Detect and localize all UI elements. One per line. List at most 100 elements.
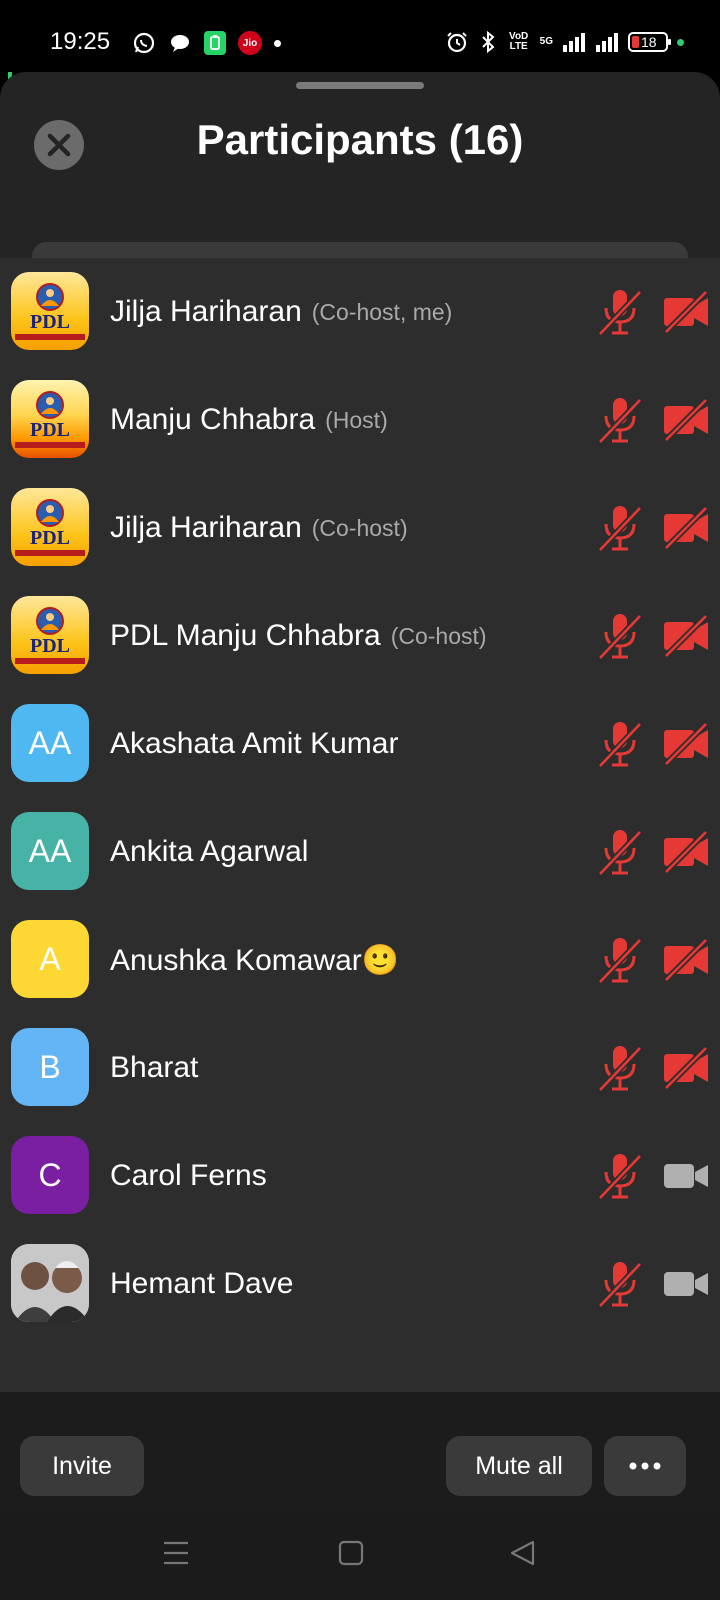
- system-navigation-bar: [0, 1512, 720, 1600]
- participant-row[interactable]: Hemant Dave: [0, 1230, 720, 1338]
- participant-name: Anushka Komawar🙂: [110, 943, 400, 977]
- drag-handle[interactable]: [296, 82, 424, 89]
- logo-ribbon: [15, 550, 85, 556]
- initials-avatar: B: [11, 1028, 89, 1106]
- page-title: Participants (16): [196, 116, 524, 163]
- initials-avatar: A: [11, 920, 89, 998]
- participant-name: Hemant Dave: [110, 1267, 294, 1300]
- participant-name-wrap: Jilja Hariharan (Co-host, me): [110, 258, 452, 366]
- invite-button[interactable]: Invite: [20, 1436, 144, 1496]
- participant-row[interactable]: PDL Jilja Hariharan (Co-host, me): [0, 258, 720, 366]
- video-off-icon[interactable]: [662, 398, 710, 442]
- participant-row[interactable]: AA Ankita Agarwal: [0, 798, 720, 906]
- battery-level: 18: [641, 34, 657, 50]
- participant-row[interactable]: PDL Manju Chhabra (Host): [0, 366, 720, 474]
- participant-name: Carol Ferns: [110, 1159, 267, 1192]
- back-triangle-icon[interactable]: [509, 1540, 535, 1566]
- mic-muted-icon[interactable]: [596, 826, 644, 878]
- signal-icon-2: [595, 31, 619, 53]
- message-bubble-icon: [168, 31, 192, 55]
- participant-role: (Host): [325, 406, 388, 433]
- more-button[interactable]: [604, 1436, 686, 1496]
- participant-role: (Co-host): [311, 514, 408, 541]
- battery-icon: 18: [628, 32, 671, 52]
- mute-all-button[interactable]: Mute all: [446, 1436, 592, 1496]
- pdl-logo-avatar: PDL: [11, 380, 89, 458]
- home-square-icon[interactable]: [338, 1540, 364, 1566]
- pdl-logo-text: PDL: [30, 311, 70, 333]
- mic-muted-icon[interactable]: [596, 394, 644, 446]
- photo-avatar: [11, 1244, 89, 1322]
- network-type-label: 5G: [539, 36, 553, 47]
- video-off-icon[interactable]: [662, 830, 710, 874]
- participant-name: Akashata Amit Kumar: [110, 727, 399, 760]
- mic-muted-icon[interactable]: [596, 610, 644, 662]
- mic-muted-icon[interactable]: [596, 1258, 644, 1310]
- notification-icons: Jio: [132, 30, 281, 56]
- video-off-icon[interactable]: [662, 506, 710, 550]
- pdl-logo-text: PDL: [30, 419, 70, 441]
- pdl-logo-avatar: PDL: [11, 596, 89, 674]
- participant-row[interactable]: PDL PDL Manju Chhabra (Co-host): [0, 582, 720, 690]
- participant-name-wrap: Jilja Hariharan (Co-host): [110, 474, 408, 582]
- participant-name-wrap: Carol Ferns: [110, 1122, 277, 1230]
- participant-name: Jilja Hariharan: [110, 511, 302, 544]
- pdl-logo-avatar: PDL: [11, 488, 89, 566]
- logo-ribbon: [15, 658, 85, 664]
- participant-name-wrap: Bharat: [110, 1014, 208, 1122]
- charging-dot: [677, 38, 684, 46]
- initials-avatar: C: [11, 1136, 89, 1214]
- participant-row[interactable]: B Bharat: [0, 1014, 720, 1122]
- participant-row[interactable]: AA Akashata Amit Kumar: [0, 690, 720, 798]
- mic-muted-icon[interactable]: [596, 934, 644, 986]
- mic-muted-icon[interactable]: [596, 1042, 644, 1094]
- participant-list[interactable]: PDL Jilja Hariharan (Co-host, me) PDL Ma…: [0, 258, 720, 1392]
- pdl-emblem-icon: [36, 283, 64, 311]
- logo-ribbon: [15, 442, 85, 448]
- participant-name-wrap: Anushka Komawar🙂: [110, 906, 409, 1014]
- pdl-emblem-icon: [36, 499, 64, 527]
- mic-muted-icon[interactable]: [596, 502, 644, 554]
- video-off-icon[interactable]: [662, 722, 710, 766]
- video-on-icon[interactable]: [662, 1262, 710, 1306]
- alarm-icon: [445, 30, 469, 54]
- participant-name-wrap: Manju Chhabra (Host): [110, 366, 388, 474]
- logo-ribbon: [15, 334, 85, 340]
- mic-muted-icon[interactable]: [596, 286, 644, 338]
- participant-name-wrap: Hemant Dave: [110, 1230, 303, 1338]
- participant-row[interactable]: A Anushka Komawar🙂: [0, 906, 720, 1014]
- participant-role: (Co-host, me): [311, 298, 453, 325]
- video-off-icon[interactable]: [662, 938, 710, 982]
- more-notifications-dot: [274, 39, 281, 47]
- participant-name: Manju Chhabra: [110, 403, 316, 436]
- pdl-logo-avatar: PDL: [11, 272, 89, 350]
- bottom-action-bar: Invite Mute all: [0, 1392, 720, 1512]
- video-off-icon[interactable]: [662, 290, 710, 334]
- volte-icon: VoD LTE: [509, 31, 529, 52]
- jio-icon: Jio: [238, 31, 262, 55]
- mic-muted-icon[interactable]: [596, 1150, 644, 1202]
- participant-row[interactable]: PDL Jilja Hariharan (Co-host): [0, 474, 720, 582]
- participant-name: Bharat: [110, 1051, 199, 1084]
- pdl-logo-text: PDL: [30, 527, 70, 549]
- initials-avatar: AA: [11, 812, 89, 890]
- pdl-logo-text: PDL: [30, 635, 70, 657]
- pdl-emblem-icon: [36, 391, 64, 419]
- participant-name: PDL Manju Chhabra: [110, 619, 381, 652]
- participant-name-wrap: Ankita Agarwal: [110, 798, 318, 906]
- mic-muted-icon[interactable]: [596, 718, 644, 770]
- participant-name-wrap: PDL Manju Chhabra (Co-host): [110, 582, 487, 690]
- video-off-icon[interactable]: [662, 1046, 710, 1090]
- menu-icon[interactable]: [163, 1540, 189, 1566]
- participant-name-wrap: Akashata Amit Kumar: [110, 690, 408, 798]
- video-on-icon[interactable]: [662, 1154, 710, 1198]
- more-horizontal-icon: [629, 1462, 661, 1470]
- participant-name: Jilja Hariharan: [110, 295, 302, 328]
- initials-avatar: AA: [11, 704, 89, 782]
- whatsapp-icon: [132, 31, 156, 55]
- participant-name: Ankita Agarwal: [110, 835, 309, 868]
- participant-row[interactable]: C Carol Ferns: [0, 1122, 720, 1230]
- video-off-icon[interactable]: [662, 614, 710, 658]
- battery-saver-icon: [204, 31, 226, 55]
- bluetooth-icon: [478, 30, 498, 54]
